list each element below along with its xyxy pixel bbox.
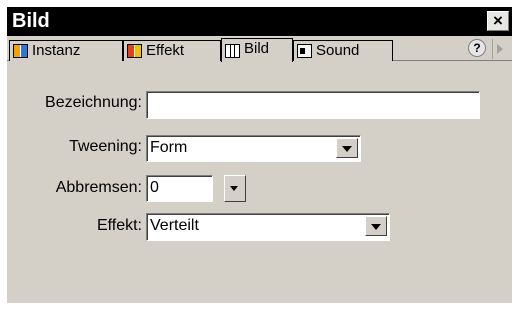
bezeichnung-label: Bezeichnung: xyxy=(45,94,142,111)
properties-panel: Bild × Instanz Effekt Bild Sound ? Bezei… xyxy=(7,7,512,303)
tab-effekt-label: Effekt xyxy=(146,42,185,59)
tab-sound-label: Sound xyxy=(316,42,360,59)
title-bar: Bild × xyxy=(7,7,512,36)
close-button[interactable]: × xyxy=(487,11,509,31)
tab-instanz-label: Instanz xyxy=(32,42,81,59)
effekt-value: Verteilt xyxy=(150,217,199,234)
instance-icon xyxy=(13,44,28,58)
effekt-label: Effekt: xyxy=(96,217,142,234)
abbremsen-slider-button[interactable] xyxy=(224,175,246,202)
tab-bild-label: Bild xyxy=(244,40,270,57)
tab-instanz[interactable]: Instanz xyxy=(9,40,123,61)
tab-scroll-right-icon[interactable] xyxy=(492,39,506,59)
tab-sound[interactable]: Sound xyxy=(293,40,393,61)
abbremsen-input[interactable]: 0 xyxy=(146,175,213,202)
help-button[interactable]: ? xyxy=(468,39,486,57)
tweening-label: Tweening: xyxy=(69,138,142,155)
window-title: Bild xyxy=(12,10,50,32)
tweening-select[interactable]: Form xyxy=(146,135,361,162)
bezeichnung-input[interactable] xyxy=(146,91,480,119)
effect-icon xyxy=(127,44,142,58)
tab-strip: Instanz Effekt Bild Sound ? xyxy=(7,36,512,62)
tab-bild[interactable]: Bild xyxy=(221,38,293,62)
chevron-down-icon[interactable] xyxy=(365,216,387,236)
tweening-value: Form xyxy=(150,139,188,156)
chevron-down-icon[interactable] xyxy=(336,138,358,158)
frame-icon xyxy=(225,44,240,58)
effekt-select[interactable]: Verteilt xyxy=(146,213,390,241)
sound-icon xyxy=(297,44,312,58)
abbremsen-label: Abbremsen: xyxy=(55,179,142,196)
tab-effekt[interactable]: Effekt xyxy=(123,40,221,61)
